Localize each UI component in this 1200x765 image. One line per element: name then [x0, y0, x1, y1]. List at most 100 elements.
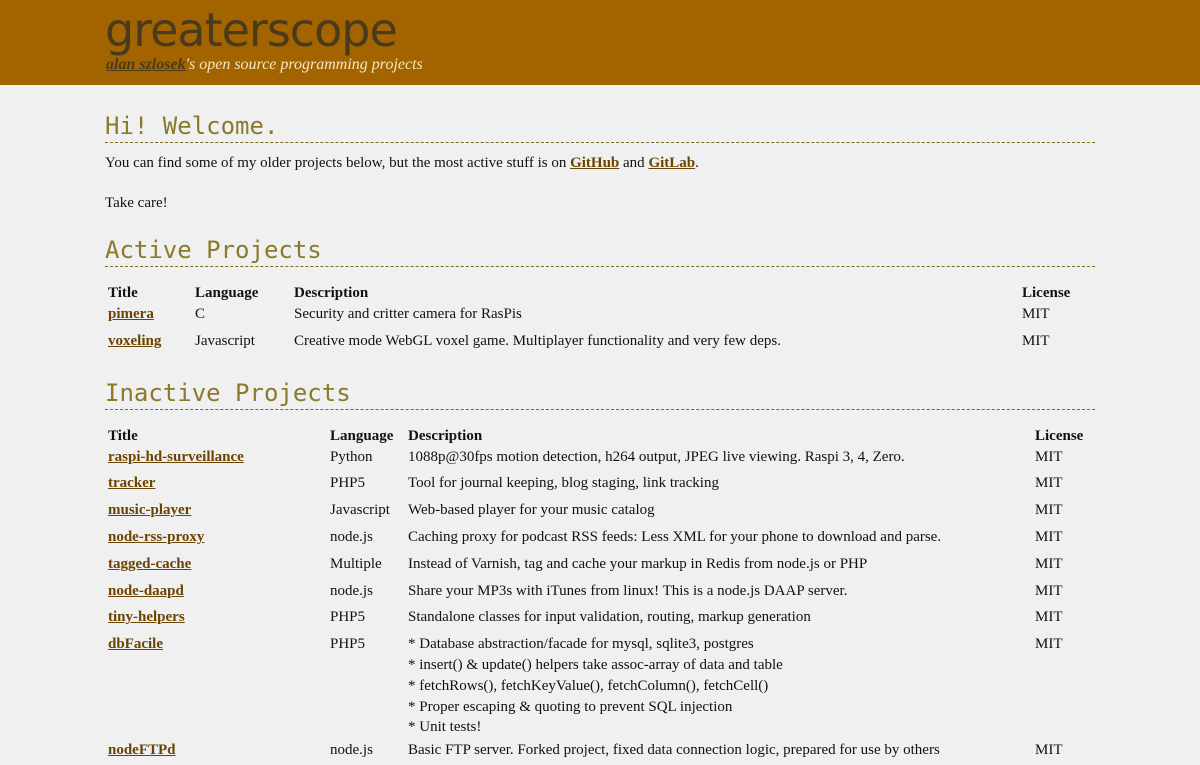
- project-license: MIT: [1035, 636, 1063, 653]
- project-language: Python: [330, 448, 373, 465]
- table-row: tagged-cache Multiple Instead of Varnish, …: [105, 552, 1095, 579]
- project-link[interactable]: music-player: [108, 502, 191, 518]
- description-line: * insert() & update() helpers take assoc…: [408, 656, 783, 673]
- project-link[interactable]: pimera: [108, 306, 154, 322]
- project-link[interactable]: nodeFTPd: [108, 742, 176, 758]
- inactive-projects-table: Title Language Description License raspi-hd…: [105, 421, 1095, 765]
- description-line: Instead of Varnish, tag and cache your m…: [408, 555, 868, 572]
- project-license: MIT: [1022, 332, 1050, 349]
- project-description: Web-based player for your music catalog: [405, 498, 1032, 525]
- project-language: PHP5: [330, 636, 366, 653]
- column-header: Title: [108, 285, 138, 301]
- welcome-heading: Hi! Welcome.: [105, 112, 1095, 143]
- table-row: dbFacile PHP5 * Database abstraction/facad…: [105, 632, 1095, 738]
- project-language: PHP5: [330, 475, 366, 492]
- site-title: greaterscope: [105, 3, 398, 57]
- project-language: Javascript: [195, 332, 255, 349]
- column-header: Title: [108, 427, 138, 444]
- project-license: MIT: [1035, 502, 1063, 519]
- table-row: node-daapd node.js Share your MP3s with iT…: [105, 579, 1095, 606]
- description-line: * Database abstraction/facade for mysql,…: [408, 636, 754, 653]
- column-header: License: [1035, 427, 1084, 444]
- project-description: Caching proxy for podcast RSS feeds: Les…: [405, 525, 1032, 552]
- project-link[interactable]: node-rss-proxy: [108, 529, 204, 545]
- project-description: Creative mode WebGL voxel game. Multipla…: [294, 332, 781, 349]
- project-language: C: [195, 306, 206, 322]
- project-license: MIT: [1035, 582, 1063, 599]
- project-link[interactable]: dbFacile: [108, 636, 163, 652]
- tagline-text: 's open source programming projects: [185, 56, 423, 73]
- description-line: * Unit tests!: [408, 719, 482, 736]
- project-language: PHP5: [330, 609, 366, 626]
- project-language: Multiple: [330, 555, 382, 572]
- project-link[interactable]: node-daapd: [108, 583, 184, 599]
- active-projects-table: Title Language Description License pimera C S…: [105, 278, 1095, 356]
- table-header-row: Title Language Description License: [105, 421, 1095, 445]
- table-row: nodeFTPd node.js Basic FTP server. Forked …: [105, 738, 1095, 765]
- project-title-cell: music-player: [105, 498, 327, 525]
- description-line: Basic FTP server. Forked project, fixed …: [408, 742, 940, 759]
- column-header: Language: [195, 285, 259, 301]
- gitlab-link[interactable]: GitLab: [648, 155, 695, 171]
- author-link[interactable]: alan szlosek: [106, 56, 186, 73]
- project-link[interactable]: tagged-cache: [108, 556, 191, 572]
- column-header: Language: [330, 427, 394, 444]
- table-row: tiny-helpers PHP5 Standalone classes for i…: [105, 605, 1095, 632]
- description-line: 1088p@30fps motion detection, h264 outpu…: [408, 448, 905, 465]
- column-header: Description: [408, 427, 483, 444]
- project-title-cell: pimera: [105, 302, 192, 329]
- project-link[interactable]: raspi-hd-surveillance: [108, 449, 244, 465]
- project-description: Share your MP3s with iTunes from linux! …: [405, 579, 1032, 606]
- project-title-cell: node-rss-proxy: [105, 525, 327, 552]
- column-header: Description: [294, 285, 369, 301]
- site-header: greaterscope alan szlosek's open source …: [0, 0, 1200, 85]
- table-row: raspi-hd-surveillance Python 1088p@30fps m…: [105, 445, 1095, 472]
- project-description: Tool for journal keeping, blog staging, …: [405, 471, 1032, 498]
- project-license: MIT: [1035, 475, 1063, 492]
- main-content: Hi! Welcome. You can find some of my old…: [105, 85, 1095, 765]
- active-projects-heading: Active Projects: [105, 236, 1095, 267]
- project-license: MIT: [1035, 448, 1063, 465]
- project-title-cell: tracker: [105, 471, 327, 498]
- take-care-text: Take care!: [105, 195, 168, 211]
- project-title-cell: node-daapd: [105, 579, 327, 606]
- project-language: node.js: [330, 528, 373, 545]
- description-line: * Proper escaping & quoting to prevent S…: [408, 698, 733, 715]
- project-title-cell: raspi-hd-surveillance: [105, 445, 327, 472]
- project-description: * Database abstraction/facade for mysql,…: [405, 632, 1032, 738]
- project-license: MIT: [1035, 555, 1063, 572]
- description-line: Web-based player for your music catalog: [408, 502, 655, 519]
- project-title-cell: nodeFTPd: [105, 738, 327, 765]
- project-description: 1088p@30fps motion detection, h264 outpu…: [405, 445, 1032, 472]
- github-link[interactable]: GitHub: [570, 155, 619, 171]
- project-title-cell: tiny-helpers: [105, 605, 327, 632]
- project-link[interactable]: voxeling: [108, 333, 161, 349]
- project-license: MIT: [1035, 742, 1063, 759]
- project-title-cell: tagged-cache: [105, 552, 327, 579]
- inactive-projects-heading: Inactive Projects: [105, 379, 1095, 410]
- table-header-row: Title Language Description License: [105, 278, 1095, 302]
- welcome-text-end: .: [695, 155, 699, 171]
- welcome-text-before: You can find some of my older projects b…: [105, 155, 571, 171]
- project-description: Instead of Varnish, tag and cache your m…: [405, 552, 1032, 579]
- column-header: License: [1022, 285, 1071, 301]
- description-line: Standalone classes for input validation,…: [408, 609, 811, 626]
- project-title-cell: dbFacile: [105, 632, 327, 738]
- project-description: Standalone classes for input validation,…: [405, 605, 1032, 632]
- description-line: Tool for journal keeping, blog staging, …: [408, 475, 719, 492]
- project-link[interactable]: tracker: [108, 475, 155, 491]
- project-link[interactable]: tiny-helpers: [108, 609, 185, 625]
- project-title-cell: voxeling: [105, 329, 192, 356]
- project-license: MIT: [1035, 609, 1063, 626]
- welcome-paragraph: You can find some of my older projects b…: [105, 155, 1095, 172]
- project-description: Basic FTP server. Forked project, fixed …: [405, 738, 1032, 765]
- project-description: Security and critter camera for RasPis: [294, 306, 522, 322]
- project-license: MIT: [1035, 528, 1063, 545]
- project-language: node.js: [330, 742, 373, 759]
- table-row: tracker PHP5 Tool for journal keeping, blo…: [105, 471, 1095, 498]
- project-license: MIT: [1022, 306, 1050, 322]
- description-line: * fetchRows(), fetchKeyValue(), fetchCol…: [408, 677, 769, 694]
- table-row: node-rss-proxy node.js Caching proxy for p…: [105, 525, 1095, 552]
- table-row: pimera C Security and critter camera for R…: [105, 302, 1095, 329]
- welcome-text-and: and: [619, 155, 649, 171]
